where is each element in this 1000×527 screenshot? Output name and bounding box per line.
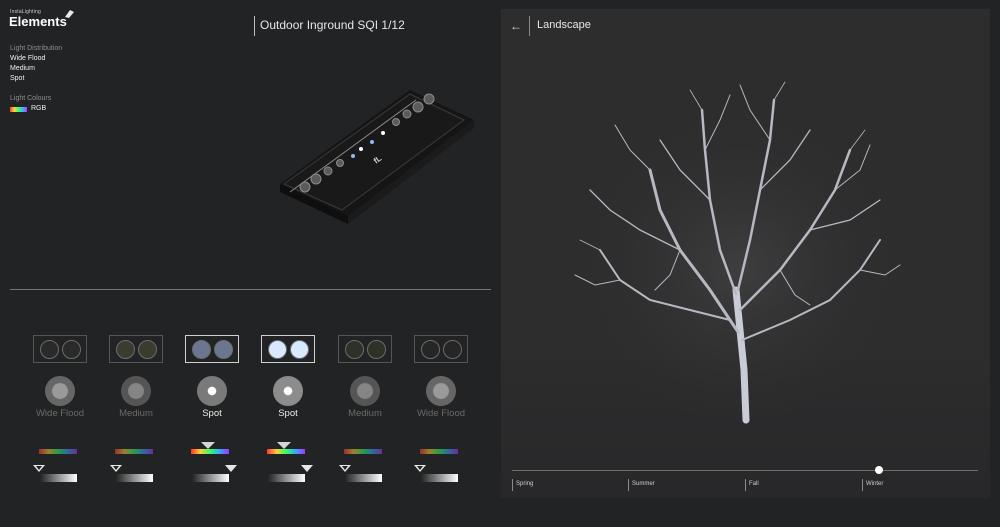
colour-slider[interactable] (344, 449, 382, 454)
lens-icon (137, 339, 157, 359)
lens-icon (366, 339, 386, 359)
beam-icon (426, 376, 456, 406)
lens-icon (289, 339, 309, 359)
beam-icon (273, 376, 303, 406)
product-title: Outdoor Inground SQI 1/12 (260, 18, 405, 32)
arrow-left-icon: ← (510, 19, 522, 33)
dimmer-pointer-icon[interactable] (225, 465, 237, 472)
lens-icon (420, 339, 440, 359)
lens-icon (191, 339, 211, 359)
lens-icon (213, 339, 233, 359)
lens-icon (39, 339, 59, 359)
light-colours-heading: Light Colours (10, 95, 52, 102)
product-image: fL (280, 90, 474, 224)
beam-icon (121, 376, 151, 406)
dimmer-pointer-icon[interactable] (414, 465, 426, 472)
dimmer-slider[interactable] (39, 474, 77, 482)
back-button[interactable]: ← (510, 16, 530, 36)
lens-icon (115, 339, 135, 359)
optic-preview[interactable] (33, 335, 87, 363)
dimmer-slider[interactable] (344, 474, 382, 482)
season-slider-thumb[interactable] (875, 466, 883, 474)
season-spring[interactable]: Spring (516, 481, 533, 487)
rgb-swatch-icon (10, 107, 27, 112)
lens-icon (442, 339, 462, 359)
distribution-item: Wide Flood (10, 55, 46, 62)
optic-preview[interactable] (261, 335, 315, 363)
dimmer-slider[interactable] (267, 474, 305, 482)
dimmer-slider[interactable] (191, 474, 229, 482)
scene-title: Landscape (537, 19, 591, 31)
beam-label: Medium (119, 408, 153, 419)
colour-pointer-icon[interactable] (277, 442, 291, 449)
optic-preview[interactable] (185, 335, 239, 363)
dimmer-pointer-icon[interactable] (110, 465, 122, 472)
colour-slider[interactable] (191, 449, 229, 454)
beam-label: Medium (348, 408, 382, 419)
lens-icon (267, 339, 287, 359)
dimmer-slider[interactable] (115, 474, 153, 482)
colour-value: RGB (31, 105, 47, 112)
season-tick (628, 479, 629, 491)
dimmer-slider[interactable] (420, 474, 458, 482)
beam-label: Wide Flood (416, 408, 466, 419)
lens-icon (61, 339, 81, 359)
season-summer[interactable]: Summer (632, 481, 655, 487)
season-tick (862, 479, 863, 491)
beam-icon (350, 376, 380, 406)
season-tick (745, 479, 746, 491)
beam-icon (45, 376, 75, 406)
lens-icon (344, 339, 364, 359)
season-tick (512, 479, 513, 491)
season-winter[interactable]: Winter (866, 481, 883, 487)
optic-preview[interactable] (109, 335, 163, 363)
beam-label: Spot (278, 408, 298, 419)
colour-slider[interactable] (267, 449, 305, 454)
distribution-item: Medium (10, 65, 35, 72)
colour-slider[interactable] (115, 449, 153, 454)
colour-pointer-icon[interactable] (201, 442, 215, 449)
optic-preview[interactable] (414, 335, 468, 363)
dimmer-pointer-icon[interactable] (33, 465, 45, 472)
optic-preview[interactable] (338, 335, 392, 363)
tree-image (570, 80, 910, 424)
dimmer-pointer-icon[interactable] (301, 465, 313, 472)
title-divider (254, 16, 255, 36)
light-distribution-heading: Light Distribution (10, 45, 63, 52)
dimmer-pointer-icon[interactable] (339, 465, 351, 472)
season-fall[interactable]: Fall (749, 481, 759, 487)
beam-label: Wide Flood (35, 408, 85, 419)
lamp-icon (65, 10, 74, 18)
colour-slider[interactable] (420, 449, 458, 454)
distribution-item: Spot (10, 75, 25, 82)
brand-logo[interactable]: Elements (9, 14, 67, 29)
season-slider[interactable] (512, 470, 978, 471)
colour-slider[interactable] (39, 449, 77, 454)
section-divider (10, 289, 491, 290)
beam-label: Spot (202, 408, 222, 419)
beam-icon (197, 376, 227, 406)
